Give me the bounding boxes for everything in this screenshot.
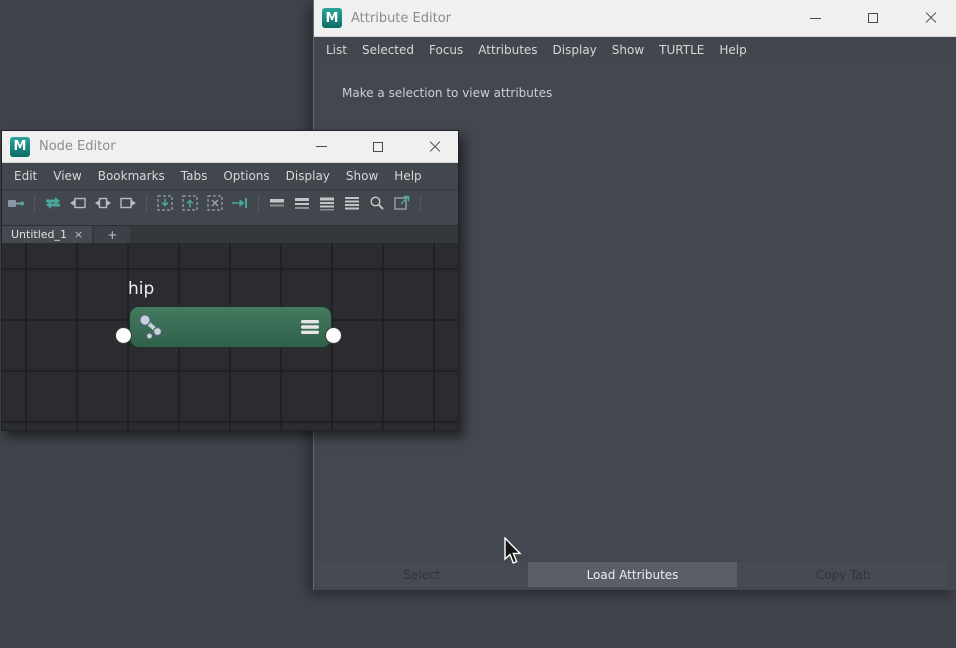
input-connections-icon[interactable] bbox=[69, 194, 87, 212]
toolbar-separator bbox=[420, 194, 421, 212]
maya-logo-icon: M bbox=[10, 136, 30, 157]
node-input-socket[interactable] bbox=[115, 327, 132, 344]
toolbar-spacer bbox=[2, 216, 458, 225]
pin-selection-icon[interactable] bbox=[231, 194, 249, 212]
toolbar-separator bbox=[258, 194, 259, 212]
menu-selected[interactable]: Selected bbox=[362, 43, 414, 57]
joint-icon bbox=[139, 314, 163, 340]
toolbar-separator bbox=[34, 194, 35, 212]
create-node-icon[interactable] bbox=[7, 194, 25, 212]
show-all-attributes-icon[interactable] bbox=[343, 194, 361, 212]
sync-selection-icon[interactable] bbox=[44, 194, 62, 212]
menu-list[interactable]: List bbox=[326, 43, 347, 57]
menu-show[interactable]: Show bbox=[346, 169, 378, 183]
close-icon[interactable] bbox=[920, 7, 942, 29]
hip-joint-node[interactable] bbox=[129, 306, 332, 348]
node-editor-window: M Node Editor Edit View Bookmarks Tabs O… bbox=[1, 130, 459, 431]
clear-graph-icon[interactable] bbox=[206, 194, 224, 212]
load-attributes-button[interactable]: Load Attributes bbox=[527, 562, 738, 587]
add-tab-button[interactable]: + bbox=[94, 226, 131, 243]
node-editor-tabbar: Untitled_1 × + bbox=[2, 225, 458, 243]
input-output-connections-icon[interactable] bbox=[94, 194, 112, 212]
maya-logo-icon: M bbox=[322, 8, 342, 28]
tab-label: Untitled_1 bbox=[11, 228, 68, 241]
menu-help[interactable]: Help bbox=[394, 169, 421, 183]
select-button[interactable]: Select bbox=[317, 562, 527, 587]
close-icon[interactable] bbox=[424, 136, 446, 158]
attribute-editor-menubar: List Selected Focus Attributes Display S… bbox=[314, 37, 956, 62]
tab-close-icon[interactable]: × bbox=[74, 228, 83, 241]
no-selection-message: Make a selection to view attributes bbox=[342, 86, 553, 100]
menu-bookmarks[interactable]: Bookmarks bbox=[98, 169, 165, 183]
minimize-icon[interactable] bbox=[310, 136, 332, 158]
menu-turtle[interactable]: TURTLE bbox=[659, 43, 704, 57]
menu-show[interactable]: Show bbox=[612, 43, 644, 57]
toolbar-separator bbox=[146, 194, 147, 212]
show-primary-attributes-icon[interactable] bbox=[318, 194, 336, 212]
menu-edit[interactable]: Edit bbox=[14, 169, 37, 183]
menu-tabs[interactable]: Tabs bbox=[181, 169, 208, 183]
add-to-graph-icon[interactable] bbox=[156, 194, 174, 212]
attribute-editor-title: Attribute Editor bbox=[351, 10, 452, 26]
maximize-icon[interactable] bbox=[367, 136, 389, 158]
menu-help[interactable]: Help bbox=[719, 43, 746, 57]
menu-focus[interactable]: Focus bbox=[429, 43, 463, 57]
node-editor-toolbar bbox=[2, 189, 458, 216]
attributes-grip-icon[interactable] bbox=[300, 319, 320, 335]
search-icon[interactable] bbox=[368, 194, 386, 212]
show-connected-attributes-icon[interactable] bbox=[293, 194, 311, 212]
attribute-editor-titlebar[interactable]: M Attribute Editor bbox=[314, 0, 956, 37]
node-output-socket[interactable] bbox=[325, 327, 342, 344]
tab-untitled-1[interactable]: Untitled_1 × bbox=[2, 226, 93, 243]
copy-tab-button[interactable]: Copy Tab bbox=[738, 562, 949, 587]
menu-display[interactable]: Display bbox=[286, 169, 330, 183]
node-editor-canvas[interactable]: hip bbox=[2, 243, 458, 430]
window-controls bbox=[804, 7, 956, 29]
output-connections-icon[interactable] bbox=[119, 194, 137, 212]
maya-desktop: M Attribute Editor List Selected Focus A… bbox=[0, 0, 956, 648]
node-editor-menubar: Edit View Bookmarks Tabs Options Display… bbox=[2, 163, 458, 189]
remove-from-graph-icon[interactable] bbox=[181, 194, 199, 212]
maximize-icon[interactable] bbox=[862, 7, 884, 29]
attribute-editor-footer: Select Load Attributes Copy Tab bbox=[317, 562, 949, 587]
menu-view[interactable]: View bbox=[53, 169, 81, 183]
menu-options[interactable]: Options bbox=[223, 169, 269, 183]
menu-display[interactable]: Display bbox=[553, 43, 597, 57]
minimize-icon[interactable] bbox=[804, 7, 826, 29]
mouse-cursor-icon bbox=[504, 537, 522, 564]
node-editor-title: Node Editor bbox=[39, 139, 116, 154]
node-label: hip bbox=[128, 279, 155, 299]
maya-logo-letter: M bbox=[13, 139, 27, 154]
maya-logo-letter: M bbox=[325, 10, 339, 26]
menu-attributes[interactable]: Attributes bbox=[478, 43, 537, 57]
open-in-window-icon[interactable] bbox=[393, 194, 411, 212]
node-editor-titlebar[interactable]: M Node Editor bbox=[2, 131, 458, 163]
show-no-attributes-icon[interactable] bbox=[268, 194, 286, 212]
window-controls bbox=[310, 136, 458, 158]
